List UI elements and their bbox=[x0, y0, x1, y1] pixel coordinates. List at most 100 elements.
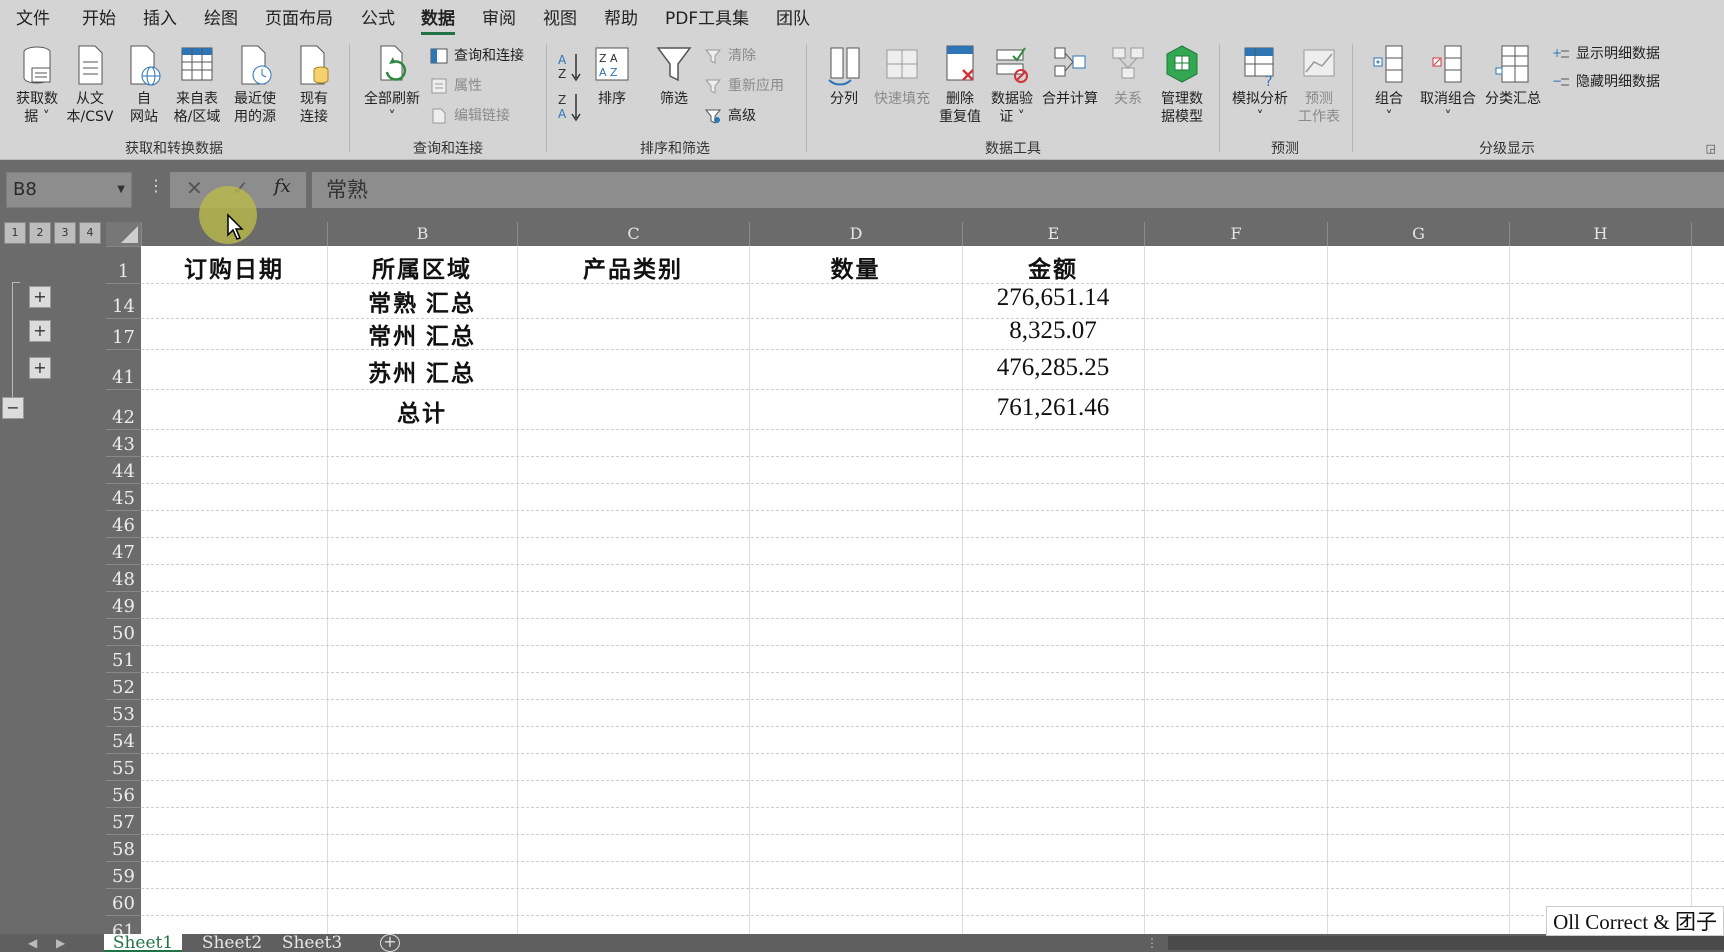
row-header[interactable]: 60 bbox=[106, 888, 141, 915]
tab-team[interactable]: 团队 bbox=[776, 0, 810, 38]
table-cell-region[interactable]: 苏州 汇总 bbox=[327, 354, 517, 388]
relationships-button[interactable]: 关系 bbox=[1104, 42, 1152, 136]
row-header[interactable]: 1 bbox=[106, 246, 141, 283]
tab-help[interactable]: 帮助 bbox=[604, 0, 638, 38]
queries-connections-button[interactable]: 查询和连接 bbox=[430, 44, 524, 68]
horizontal-scrollbar[interactable] bbox=[1168, 936, 1724, 950]
table-cell-region[interactable]: 常州 汇总 bbox=[327, 317, 517, 351]
table-cell-region[interactable]: 常熟 汇总 bbox=[327, 284, 517, 318]
select-all-button[interactable] bbox=[106, 222, 141, 246]
collapse-group-button[interactable]: − bbox=[2, 397, 24, 419]
expand-group-button[interactable]: + bbox=[29, 357, 51, 379]
row-header[interactable]: 54 bbox=[106, 726, 141, 753]
table-cell-amount[interactable]: 476,285.25 bbox=[962, 354, 1144, 382]
row-header[interactable]: 50 bbox=[106, 618, 141, 645]
group-button[interactable]: 组合 ˅ bbox=[1364, 42, 1414, 136]
row-header[interactable]: 48 bbox=[106, 564, 141, 591]
row-header[interactable]: 61 bbox=[106, 915, 141, 934]
row-header[interactable]: 41 bbox=[106, 349, 141, 389]
sort-button[interactable]: Z AA Z 排序 bbox=[590, 42, 634, 136]
column-header-d[interactable]: D bbox=[749, 222, 962, 246]
tab-formulas[interactable]: 公式 bbox=[361, 0, 395, 38]
outline-level-1-button[interactable]: 1 bbox=[4, 222, 26, 244]
consolidate-button[interactable]: 合并计算 bbox=[1038, 42, 1102, 136]
tab-data[interactable]: 数据 bbox=[421, 0, 455, 38]
tab-file[interactable]: 文件 bbox=[16, 0, 50, 38]
text-to-columns-button[interactable]: 分列 bbox=[816, 42, 872, 136]
row-header[interactable]: 43 bbox=[106, 429, 141, 456]
hide-detail-button[interactable]: − 隐藏明细数据 bbox=[1552, 70, 1660, 94]
refresh-all-button[interactable]: 全部刷新 ˅ bbox=[360, 42, 424, 136]
get-data-button[interactable]: 获取数 据 ˅ bbox=[10, 42, 64, 136]
ungroup-button[interactable]: 取消组合 ˅ bbox=[1414, 42, 1482, 136]
edit-links-button[interactable]: 编辑链接 bbox=[430, 104, 510, 128]
worksheet-grid[interactable]: 订购日期 所属区域 产品类别 数量 金额 常熟 汇总 276,651.14 常州… bbox=[141, 246, 1724, 934]
row-header[interactable]: 56 bbox=[106, 780, 141, 807]
existing-connections-button[interactable]: 现有 连接 bbox=[292, 42, 336, 136]
scroll-left-icon[interactable]: ◀ bbox=[28, 934, 37, 952]
formula-input[interactable]: 常熟 bbox=[312, 172, 1724, 208]
subtotal-button[interactable]: 分类汇总 bbox=[1482, 42, 1544, 136]
header-cell-order-date[interactable]: 订购日期 bbox=[141, 250, 327, 284]
row-header[interactable]: 51 bbox=[106, 645, 141, 672]
header-cell-amount[interactable]: 金额 bbox=[962, 250, 1144, 284]
clear-filter-button[interactable]: 清除 bbox=[704, 44, 756, 68]
row-header[interactable]: 44 bbox=[106, 456, 141, 483]
forecast-sheet-button[interactable]: 预测 工作表 bbox=[1294, 42, 1344, 136]
tab-page-layout[interactable]: 页面布局 bbox=[265, 0, 333, 38]
name-box[interactable]: B8 ▼ bbox=[6, 172, 132, 208]
add-sheet-button[interactable]: + bbox=[380, 934, 400, 952]
row-header[interactable]: 14 bbox=[106, 283, 141, 318]
properties-button[interactable]: 属性 bbox=[430, 74, 482, 98]
more-options-icon[interactable]: ⋮ bbox=[1146, 934, 1158, 952]
table-cell-grand-total-label[interactable]: 总计 bbox=[327, 394, 517, 428]
column-header-f[interactable]: F bbox=[1144, 222, 1327, 246]
column-header-i[interactable] bbox=[1691, 222, 1724, 246]
scroll-right-icon[interactable]: ▶ bbox=[56, 934, 65, 952]
table-cell-amount[interactable]: 276,651.14 bbox=[962, 284, 1144, 312]
recent-sources-button[interactable]: 最近使 用的源 bbox=[226, 42, 284, 136]
table-cell-amount[interactable]: 8,325.07 bbox=[962, 317, 1144, 345]
data-validation-button[interactable]: 数据验 证 ˅ bbox=[986, 42, 1038, 136]
from-web-button[interactable]: 自 网站 bbox=[122, 42, 166, 136]
row-header[interactable]: 52 bbox=[106, 672, 141, 699]
from-table-range-button[interactable]: 来自表 格/区域 bbox=[168, 42, 226, 136]
tab-draw[interactable]: 绘图 bbox=[204, 0, 238, 38]
expand-group-button[interactable]: + bbox=[29, 286, 51, 308]
expand-group-button[interactable]: + bbox=[29, 320, 51, 342]
outline-level-4-button[interactable]: 4 bbox=[79, 222, 101, 244]
sheet-tab-2[interactable]: Sheet2 bbox=[196, 934, 268, 952]
filter-button[interactable]: 筛选 bbox=[650, 42, 698, 136]
insert-function-icon[interactable]: fx bbox=[274, 176, 291, 197]
from-text-csv-button[interactable]: 从文 本/CSV bbox=[64, 42, 116, 136]
column-header-g[interactable]: G bbox=[1327, 222, 1509, 246]
manage-data-model-button[interactable]: 管理数 据模型 bbox=[1152, 42, 1212, 136]
column-header-h[interactable]: H bbox=[1509, 222, 1691, 246]
remove-duplicates-button[interactable]: 删除 重复值 bbox=[934, 42, 986, 136]
row-header[interactable]: 45 bbox=[106, 483, 141, 510]
what-if-analysis-button[interactable]: ? 模拟分析 ˅ bbox=[1226, 42, 1294, 136]
dialog-launcher-icon[interactable]: ◲ bbox=[1706, 142, 1716, 155]
cancel-icon[interactable]: ✕ bbox=[186, 176, 203, 200]
row-header[interactable]: 59 bbox=[106, 861, 141, 888]
sheet-tab-1[interactable]: Sheet1 bbox=[104, 934, 182, 952]
advanced-filter-button[interactable]: 高级 bbox=[704, 104, 756, 128]
header-cell-category[interactable]: 产品类别 bbox=[517, 250, 749, 284]
header-cell-region[interactable]: 所属区域 bbox=[327, 250, 517, 284]
column-header-e[interactable]: E bbox=[962, 222, 1144, 246]
more-options-icon[interactable]: ⋮ bbox=[148, 176, 164, 195]
column-header-b[interactable]: B bbox=[327, 222, 517, 246]
sheet-tab-3[interactable]: Sheet3 bbox=[276, 934, 348, 952]
row-header[interactable]: 55 bbox=[106, 753, 141, 780]
tab-insert[interactable]: 插入 bbox=[143, 0, 177, 38]
row-header[interactable]: 46 bbox=[106, 510, 141, 537]
row-header[interactable]: 17 bbox=[106, 318, 141, 349]
header-cell-quantity[interactable]: 数量 bbox=[749, 250, 962, 284]
row-header[interactable]: 58 bbox=[106, 834, 141, 861]
outline-level-3-button[interactable]: 3 bbox=[54, 222, 76, 244]
table-cell-grand-total-amount[interactable]: 761,261.46 bbox=[962, 394, 1144, 422]
tab-pdf-tools[interactable]: PDF工具集 bbox=[665, 0, 749, 38]
tab-view[interactable]: 视图 bbox=[543, 0, 577, 38]
row-header[interactable]: 42 bbox=[106, 389, 141, 429]
flash-fill-button[interactable]: 快速填充 bbox=[870, 42, 934, 136]
